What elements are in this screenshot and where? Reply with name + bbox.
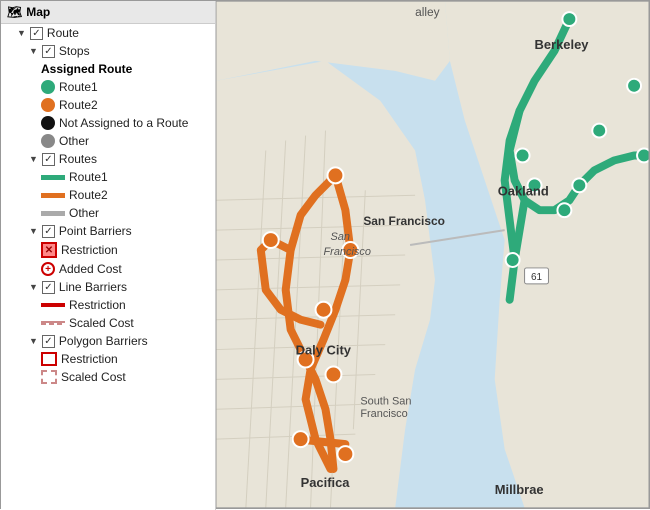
routes-label: Routes — [59, 152, 97, 166]
lb-scaled-cost-icon — [41, 321, 65, 325]
map-area[interactable]: 61 Berkeley San Francisco — [216, 1, 649, 508]
not-assigned-label: Not Assigned to a Route — [59, 116, 188, 130]
legend-lb-scaled-cost: Scaled Cost — [1, 314, 215, 332]
legend-routes-route1: Route1 — [1, 168, 215, 186]
lb-restriction-icon — [41, 303, 65, 307]
routes-checkbox[interactable] — [42, 153, 55, 166]
poly-scaled-cost-label: Scaled Cost — [61, 370, 126, 384]
pb-restriction-icon — [41, 242, 57, 258]
pb-expand: ▼ — [29, 226, 38, 236]
routes-other-label: Other — [69, 206, 99, 220]
other-stops-label: Other — [59, 134, 89, 148]
legend-route2-stop: Route2 — [1, 96, 215, 114]
svg-text:61: 61 — [531, 272, 543, 283]
valley-label: alley — [415, 5, 440, 19]
map-svg: 61 Berkeley San Francisco — [216, 1, 649, 508]
panel-header: 🗺 Map — [1, 1, 215, 24]
lb-label: Line Barriers — [59, 280, 127, 294]
pb-restriction-label: Restriction — [61, 243, 118, 257]
pb-added-cost-label: Added Cost — [59, 262, 122, 276]
poly-restriction-label: Restriction — [61, 352, 118, 366]
stops-checkbox[interactable] — [42, 45, 55, 58]
legend-pb-restriction: Restriction — [1, 240, 215, 260]
route-group[interactable]: ▼ Route — [1, 24, 215, 42]
route2-stop-label: Route2 — [59, 98, 98, 112]
legend-other-stops: Other — [1, 132, 215, 150]
legend-poly-restriction: Restriction — [1, 350, 215, 368]
route-expand: ▼ — [17, 28, 26, 38]
routes-other-line — [41, 211, 65, 216]
lb-checkbox[interactable] — [42, 281, 55, 294]
assigned-route-header: Assigned Route — [1, 60, 215, 78]
routes-route1-label: Route1 — [69, 170, 108, 184]
poly-checkbox[interactable] — [42, 335, 55, 348]
map-folder-icon: 🗺 — [7, 5, 22, 19]
route1-stop-label: Route1 — [59, 80, 98, 94]
sf-label: San Francisco — [363, 214, 445, 228]
legend-lb-restriction: Restriction — [1, 296, 215, 314]
route1-line — [41, 175, 65, 180]
legend-poly-scaled-cost: Scaled Cost — [1, 368, 215, 386]
pb-checkbox[interactable] — [42, 225, 55, 238]
poly-restriction-icon — [41, 352, 57, 366]
pacifica-label: Pacifica — [301, 475, 351, 490]
sf-small-label: San — [330, 231, 349, 243]
south-sf-label: South San — [360, 395, 411, 407]
poly-label: Polygon Barriers — [59, 334, 148, 348]
other-stops-dot — [41, 134, 55, 148]
point-barriers-group[interactable]: ▼ Point Barriers — [1, 222, 215, 240]
berkeley-label: Berkeley — [535, 37, 590, 52]
legend-panel: 🗺 Map ▼ Route ▼ Stops Assigned Route Rou… — [1, 1, 216, 510]
legend-pb-added-cost: Added Cost — [1, 260, 215, 278]
legend-route1-stop: Route1 — [1, 78, 215, 96]
oakland-label: Oakland — [498, 183, 549, 198]
route-checkbox[interactable] — [30, 27, 43, 40]
lb-expand: ▼ — [29, 282, 38, 292]
routes-expand: ▼ — [29, 154, 38, 164]
pb-added-cost-icon — [41, 262, 55, 276]
south-sf-label2: Francisco — [360, 408, 407, 420]
routes-group[interactable]: ▼ Routes — [1, 150, 215, 168]
route-label: Route — [47, 26, 79, 40]
legend-routes-route2: Route2 — [1, 186, 215, 204]
route1-dot — [41, 80, 55, 94]
assigned-route-label: Assigned Route — [41, 62, 132, 76]
polygon-barriers-group[interactable]: ▼ Polygon Barriers — [1, 332, 215, 350]
routes-route2-label: Route2 — [69, 188, 108, 202]
lb-restriction-label: Restriction — [69, 298, 126, 312]
lb-scaled-cost-label: Scaled Cost — [69, 316, 134, 330]
route2-dot — [41, 98, 55, 112]
legend-not-assigned: Not Assigned to a Route — [1, 114, 215, 132]
poly-scaled-cost-icon — [41, 370, 57, 384]
pb-label: Point Barriers — [59, 224, 132, 238]
line-barriers-group[interactable]: ▼ Line Barriers — [1, 278, 215, 296]
not-assigned-dot — [41, 116, 55, 130]
legend-routes-other: Other — [1, 204, 215, 222]
panel-title: Map — [26, 5, 50, 19]
millbrae-label: Millbrae — [495, 482, 544, 497]
stops-group[interactable]: ▼ Stops — [1, 42, 215, 60]
stops-expand: ▼ — [29, 46, 38, 56]
poly-expand: ▼ — [29, 336, 38, 346]
daly-city-label: Daly City — [296, 343, 352, 358]
sf-small-label2: Francisco — [324, 246, 371, 258]
stops-label: Stops — [59, 44, 90, 58]
route2-line — [41, 193, 65, 198]
